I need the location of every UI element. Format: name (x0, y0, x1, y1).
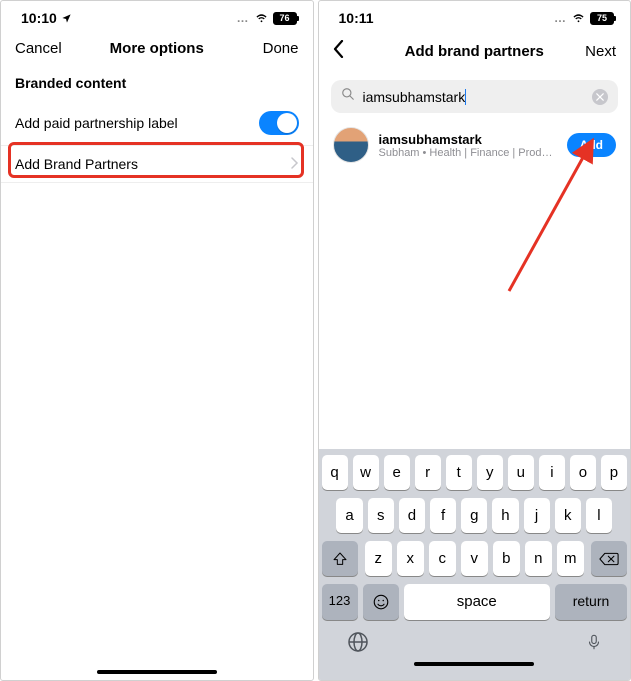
section-header-branded: Branded content (1, 71, 313, 101)
key-z[interactable]: z (365, 541, 392, 576)
status-bar: 10:10 76 (1, 1, 313, 30)
key-p[interactable]: p (601, 455, 627, 490)
key-g[interactable]: g (461, 498, 487, 533)
status-time: 10:11 (339, 10, 374, 26)
key-e[interactable]: e (384, 455, 410, 490)
key-f[interactable]: f (430, 498, 456, 533)
nav-title: More options (110, 40, 204, 57)
return-key[interactable]: return (555, 584, 627, 620)
nav-title: Add brand partners (405, 43, 544, 60)
key-x[interactable]: x (397, 541, 424, 576)
key-h[interactable]: h (492, 498, 518, 533)
key-t[interactable]: t (446, 455, 472, 490)
key-a[interactable]: a (336, 498, 362, 533)
emoji-key[interactable] (363, 584, 399, 620)
result-subtitle: Subham • Health | Finance | Productivity (379, 147, 557, 159)
key-v[interactable]: v (461, 541, 488, 576)
status-bar: 10:11 75 (319, 1, 631, 30)
row-label: Add Brand Partners (15, 156, 138, 172)
battery-icon: 76 (273, 12, 297, 25)
back-button[interactable] (333, 40, 387, 62)
clear-search-button[interactable] (592, 89, 608, 105)
key-o[interactable]: o (570, 455, 596, 490)
wifi-icon (571, 13, 586, 24)
key-c[interactable]: c (429, 541, 456, 576)
space-key[interactable]: space (404, 584, 551, 620)
search-result-row[interactable]: iamsubhamstark Subham • Health | Finance… (319, 121, 631, 169)
key-q[interactable]: q (322, 455, 348, 490)
cellular-icon (554, 11, 567, 25)
key-m[interactable]: m (557, 541, 584, 576)
key-y[interactable]: y (477, 455, 503, 490)
home-indicator[interactable] (414, 662, 534, 666)
numbers-key[interactable]: 123 (322, 584, 358, 620)
nav-bar: Cancel More options Done (1, 30, 313, 71)
location-icon (61, 13, 72, 24)
globe-key[interactable] (346, 630, 370, 658)
key-k[interactable]: k (555, 498, 581, 533)
key-l[interactable]: l (586, 498, 612, 533)
text-cursor (465, 89, 466, 105)
battery-icon: 75 (590, 12, 614, 25)
result-username: iamsubhamstark (379, 132, 557, 147)
search-field[interactable]: iamsubhamstark (331, 80, 619, 113)
key-r[interactable]: r (415, 455, 441, 490)
screen-more-options: 10:10 76 Cancel More options Done Brande… (0, 0, 314, 681)
key-s[interactable]: s (368, 498, 394, 533)
chevron-right-icon (291, 156, 299, 172)
search-icon (341, 87, 355, 106)
row-paid-partnership[interactable]: Add paid partnership label (1, 101, 313, 146)
chevron-left-icon (333, 40, 344, 58)
search-input-value[interactable]: iamsubhamstark (363, 89, 466, 105)
toggle-paid-partnership[interactable] (259, 111, 299, 135)
row-add-brand-partners[interactable]: Add Brand Partners (1, 146, 313, 183)
row-label: Add paid partnership label (15, 115, 178, 131)
shift-key[interactable] (322, 541, 358, 576)
key-u[interactable]: u (508, 455, 534, 490)
key-d[interactable]: d (399, 498, 425, 533)
key-b[interactable]: b (493, 541, 520, 576)
key-n[interactable]: n (525, 541, 552, 576)
done-button[interactable]: Done (244, 40, 298, 57)
cancel-button[interactable]: Cancel (15, 40, 69, 57)
nav-bar: Add brand partners Next (319, 30, 631, 76)
cellular-icon (237, 11, 250, 25)
avatar (333, 127, 369, 163)
home-indicator[interactable] (97, 670, 217, 674)
status-time: 10:10 (21, 10, 57, 26)
key-w[interactable]: w (353, 455, 379, 490)
wifi-icon (254, 13, 269, 24)
next-button[interactable]: Next (562, 43, 616, 60)
add-button[interactable]: Add (567, 133, 616, 157)
key-j[interactable]: j (524, 498, 550, 533)
dictation-key[interactable] (585, 630, 603, 658)
backspace-key[interactable] (591, 541, 627, 576)
screen-add-brand-partners: 10:11 75 Add brand partners Next iamsubh… (318, 0, 631, 681)
ios-keyboard[interactable]: qwertyuiop asdfghjkl zxcvbnm 123 space r… (319, 449, 631, 680)
key-i[interactable]: i (539, 455, 565, 490)
